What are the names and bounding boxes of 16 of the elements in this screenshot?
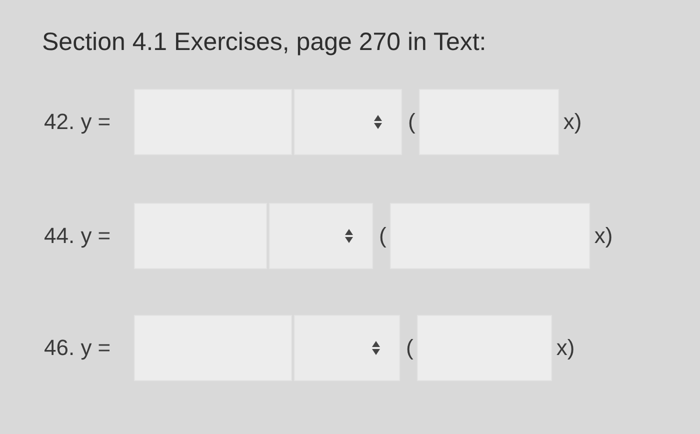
closing-text: x): [594, 223, 613, 249]
dropdown[interactable]: [269, 203, 373, 269]
open-parenthesis: (: [408, 109, 416, 135]
closing-text: x): [563, 109, 582, 135]
question-label: 42. y =: [43, 109, 112, 135]
dropdown[interactable]: [294, 89, 402, 155]
up-down-arrows-icon: [371, 340, 381, 356]
closing-text: x): [556, 335, 575, 361]
up-down-arrows-icon: [344, 228, 354, 244]
open-parenthesis: (: [379, 223, 386, 249]
open-parenthesis: (: [406, 335, 414, 361]
question-label: 46. y =: [43, 335, 112, 361]
up-down-arrows-icon: [373, 114, 383, 130]
section-title: Section 4.1 Exercises, page 270 in Text:: [42, 28, 488, 57]
dropdown[interactable]: [294, 315, 400, 381]
question-label: 44. y =: [43, 223, 112, 249]
